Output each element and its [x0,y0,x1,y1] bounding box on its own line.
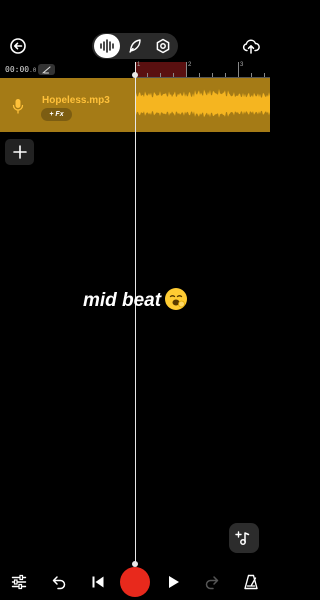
waveform-icon [100,39,114,53]
upload-cloud-icon [242,39,260,54]
metronome-toggle[interactable] [38,64,55,75]
time-readout: 00:00.0 [5,65,36,74]
playhead-line [134,62,136,566]
play-icon [169,576,179,588]
timeline-ruler[interactable]: 1 2 3 [135,62,270,78]
add-note-icon [235,531,250,545]
yawning-face-emoji [165,288,188,310]
mixer-button[interactable] [9,572,29,592]
settings-icon [156,38,170,54]
feather-icon [129,39,141,53]
mixer-icon [11,574,27,590]
metronome-icon [42,65,51,74]
add-instrument-button[interactable] [229,523,259,553]
play-button[interactable] [163,572,183,592]
audio-waveform [135,89,270,118]
ruler-tick-label: 3 [240,62,244,68]
track-input-button[interactable] [8,96,28,116]
skip-back-icon [92,576,104,588]
redo-icon [205,576,219,590]
caption-overlay: mid beat [0,288,270,312]
time-main: 00:00 [5,65,30,74]
metronome-icon [244,574,258,590]
settings-button[interactable] [152,35,174,57]
add-fx-button[interactable]: + Fx [41,108,72,121]
time-fraction: .0 [29,67,37,74]
caption-text: mid beat [82,290,162,311]
waveform-mode-button[interactable] [94,34,120,58]
microphone-icon [12,99,24,114]
plus-icon [12,145,27,159]
add-track-button[interactable] [5,139,34,165]
undo-button[interactable] [49,572,69,592]
record-button[interactable] [120,567,150,597]
track-clip[interactable] [135,78,270,132]
feather-mode-button[interactable] [124,35,146,57]
undo-icon [52,576,66,590]
ruler-ticks [135,62,270,78]
redo-button[interactable] [202,572,222,592]
back-button[interactable] [8,36,28,56]
upload-button[interactable] [241,36,261,56]
metronome-button[interactable] [241,572,261,592]
track-name[interactable]: Hopeless.mp3 [42,95,110,106]
ruler-tick-label: 2 [188,62,192,68]
skip-back-button[interactable] [88,572,108,592]
back-icon [10,38,26,54]
ruler-tick-label: 1 [137,62,141,68]
